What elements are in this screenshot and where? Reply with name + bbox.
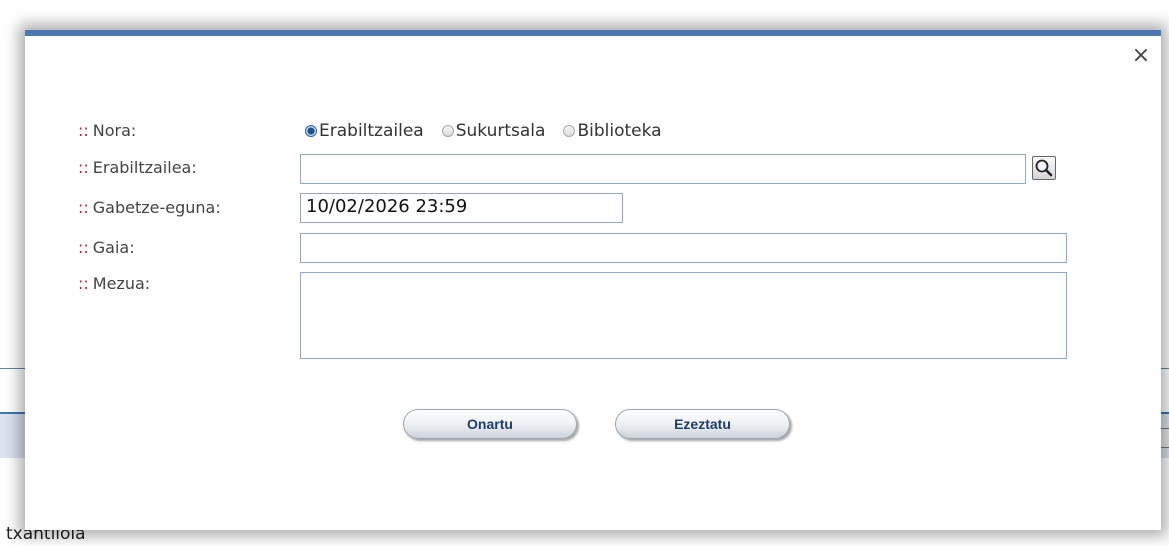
radio-label[interactable]: Biblioteka xyxy=(577,121,661,141)
label-prefix: :: xyxy=(78,238,89,257)
ezeztatu-button[interactable]: Ezeztatu xyxy=(615,409,790,439)
radio-unselected-icon[interactable] xyxy=(563,125,576,137)
message-dialog: × :: Nora: Erabiltzailea Sukurtsala Bibli… xyxy=(25,30,1161,530)
radio-unselected-icon[interactable] xyxy=(441,125,454,137)
label-prefix: :: xyxy=(78,121,89,140)
gabetze-eguna-label: :: Gabetze-eguna: xyxy=(78,198,221,217)
onartu-button[interactable]: Onartu xyxy=(403,409,577,439)
gaia-label-text: Gaia: xyxy=(92,238,135,257)
label-prefix: :: xyxy=(78,198,89,217)
mezua-textarea[interactable] xyxy=(300,272,1067,359)
recipient-type-group: Erabiltzailea Sukurtsala Biblioteka xyxy=(305,121,680,141)
erabiltzailea-label: :: Erabiltzailea: xyxy=(78,158,197,177)
gaia-label: :: Gaia: xyxy=(78,238,135,257)
gaia-input[interactable] xyxy=(300,233,1067,263)
nora-label: :: Nora: xyxy=(78,121,136,140)
label-prefix: :: xyxy=(78,158,89,177)
nora-label-text: Nora: xyxy=(92,121,137,140)
magnifier-icon[interactable] xyxy=(1032,156,1056,180)
radio-erabiltzailea[interactable]: Erabiltzailea xyxy=(305,121,424,141)
radio-selected-icon[interactable] xyxy=(305,125,317,137)
mezua-label-text: Mezua: xyxy=(92,274,151,293)
close-icon[interactable]: × xyxy=(1131,45,1151,67)
erabiltzailea-input[interactable] xyxy=(300,154,1026,184)
erabiltzailea-label-text: Erabiltzailea: xyxy=(92,158,197,177)
radio-sukurtsala[interactable]: Sukurtsala xyxy=(441,121,546,141)
radio-biblioteka[interactable]: Biblioteka xyxy=(563,121,662,141)
gabetze-eguna-input[interactable]: 10/02/2026 23:59 xyxy=(300,193,623,223)
gabetze-eguna-label-text: Gabetze-eguna: xyxy=(92,198,221,217)
radio-label[interactable]: Sukurtsala xyxy=(456,121,546,141)
mezua-label: :: Mezua: xyxy=(78,274,150,293)
radio-label[interactable]: Erabiltzailea xyxy=(319,121,424,141)
label-prefix: :: xyxy=(78,274,89,293)
